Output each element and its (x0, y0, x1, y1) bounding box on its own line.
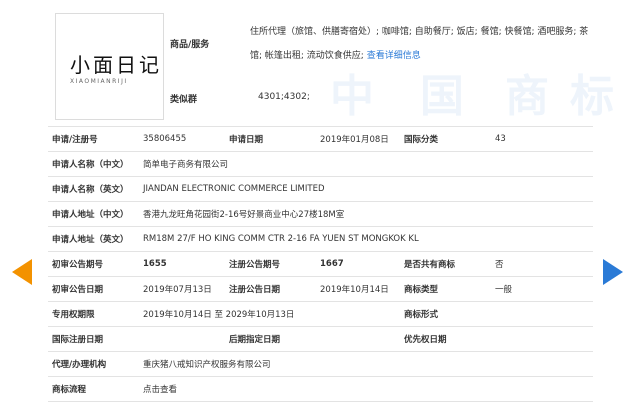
table-row: 申请人名称（英文） JIANDAN ELECTRONIC COMMERCE LI… (48, 176, 593, 202)
table-row: 初审公告日期 2019年07月13日 注册公告日期 2019年10月14日 商标… (48, 276, 593, 302)
table-row: 专用权期限 2019年10月14日 至 2029年10月13日 商标形式 (48, 301, 593, 327)
watermark-char: 国 (420, 71, 464, 122)
watermark-char: 商 (505, 71, 549, 122)
row-label: 初审公告期号 (48, 251, 139, 277)
row-value: 2019年10月14日 至 2029年10月13日 (139, 301, 400, 327)
watermark-char: 中 (330, 71, 374, 122)
row-label: 国际分类 (400, 126, 491, 152)
trademark-logo-image: 小面日记 XIAOMIANRIJI (55, 13, 164, 120)
row-value: 一般 (491, 276, 593, 302)
view-details-link[interactable]: 查看详细信息 (367, 51, 421, 61)
logo-pinyin: XIAOMIANRIJI (70, 78, 128, 85)
row-value (316, 326, 400, 352)
goods-label: 商品/服务 (170, 40, 210, 50)
table-row: 国际注册日期 后期指定日期 优先权日期 (48, 326, 593, 352)
row-value: 43 (491, 126, 593, 152)
row-label: 后期指定日期 (225, 326, 316, 352)
row-label: 专用权期限 (48, 301, 139, 327)
row-label: 是否共有商标 (400, 251, 491, 277)
row-label: 注册公告期号 (225, 251, 316, 277)
row-value: RM18M 27/F HO KING COMM CTR 2-16 FA YUEN… (139, 226, 593, 252)
row-label: 代理/办理机构 (48, 351, 139, 377)
table-row: 商标流程 点击查看 (48, 376, 593, 402)
row-label: 申请人地址（英文） (48, 226, 139, 252)
row-value: 2019年01月08日 (316, 126, 400, 152)
table-row: 申请人地址（中文） 香港九龙旺角花园街2-16号好景商业中心27楼18M室 (48, 201, 593, 227)
row-label: 国际注册日期 (48, 326, 139, 352)
row-label: 注册公告日期 (225, 276, 316, 302)
row-value: JIANDAN ELECTRONIC COMMERCE LIMITED (139, 176, 593, 202)
row-label: 优先权日期 (400, 326, 491, 352)
row-value: 简单电子商务有限公司 (139, 151, 593, 177)
row-value: 35806455 (139, 126, 225, 152)
logo-text: 小面日记 (70, 53, 162, 77)
table-row: 申请/注册号 35806455 申请日期 2019年01月08日 国际分类 43 (48, 126, 593, 152)
row-label: 初审公告日期 (48, 276, 139, 302)
row-value: 1655 (139, 251, 225, 277)
row-label: 申请/注册号 (48, 126, 139, 152)
table-row: 代理/办理机构 重庆猪八戒知识产权服务有限公司 (48, 351, 593, 377)
row-value: 重庆猪八戒知识产权服务有限公司 (139, 351, 593, 377)
row-value: 1667 (316, 251, 400, 277)
next-arrow-icon[interactable] (603, 259, 623, 285)
process-view-link[interactable]: 点击查看 (139, 376, 593, 402)
prev-arrow-icon[interactable] (12, 259, 32, 285)
row-label: 商标形式 (400, 301, 491, 327)
row-label: 申请日期 (225, 126, 316, 152)
table-row: 申请人地址（英文） RM18M 27/F HO KING COMM CTR 2-… (48, 226, 593, 252)
watermark-char: 标 (570, 71, 614, 122)
row-label: 申请人地址（中文） (48, 201, 139, 227)
goods-line-1: 住所代理（旅馆、供膳寄宿处）; 咖啡馆; 自助餐厅; 饭店; 餐馆; 快餐馆; … (250, 27, 589, 37)
row-label: 申请人名称（中文） (48, 151, 139, 177)
table-row: 初审公告期号 1655 注册公告期号 1667 是否共有商标 否 (48, 251, 593, 277)
similar-group-label: 类似群 (170, 95, 198, 105)
table-row: 申请人名称（中文） 简单电子商务有限公司 (48, 151, 593, 177)
row-value (491, 326, 593, 352)
row-value (491, 301, 593, 327)
row-label: 申请人名称（英文） (48, 176, 139, 202)
row-value: 否 (491, 251, 593, 277)
similar-group-value: 4301;4302; (258, 92, 310, 102)
row-label: 商标类型 (400, 276, 491, 302)
row-label: 商标流程 (48, 376, 139, 402)
trademark-info-table: 申请/注册号 35806455 申请日期 2019年01月08日 国际分类 43… (48, 126, 593, 402)
row-value: 香港九龙旺角花园街2-16号好景商业中心27楼18M室 (139, 201, 593, 227)
row-value: 2019年10月14日 (316, 276, 400, 302)
row-value (139, 326, 225, 352)
row-value: 2019年07月13日 (139, 276, 225, 302)
